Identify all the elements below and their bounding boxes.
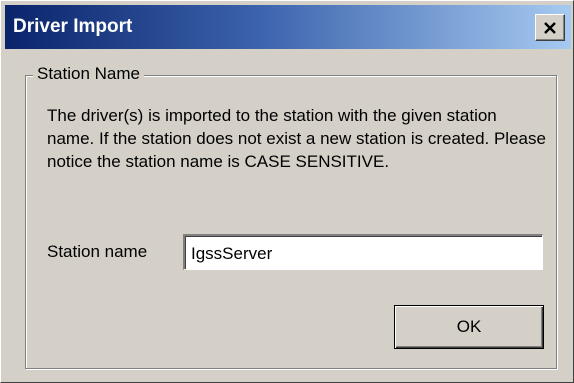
station-name-input[interactable] [183,234,543,270]
close-button[interactable] [535,14,565,41]
ok-button[interactable]: OK [394,305,544,349]
groupbox-legend: Station Name [33,63,144,85]
driver-import-dialog: Driver Import Station Name The driver(s)… [0,0,574,383]
close-icon [543,21,557,34]
ok-button-label: OK [456,317,482,336]
title-bar[interactable]: Driver Import [5,5,571,49]
import-description: The driver(s) is imported to the station… [47,106,546,171]
window-title: Driver Import [13,16,133,37]
station-name-label: Station name [47,242,148,261]
